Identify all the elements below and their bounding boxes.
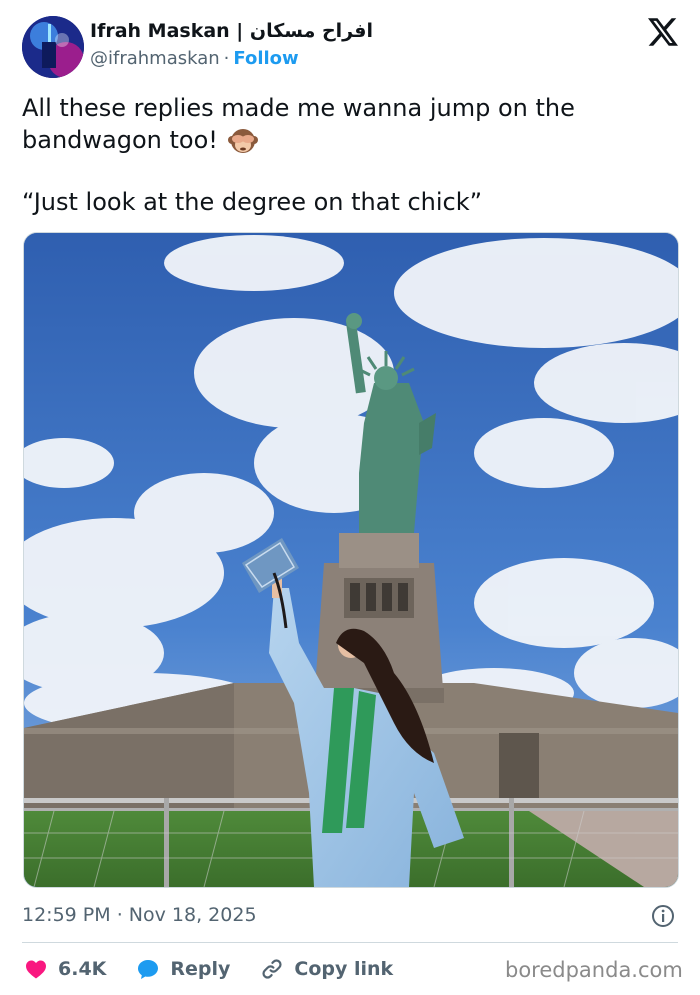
tweet-line-2: bandwagon too!	[22, 126, 218, 154]
avatar[interactable]	[22, 16, 84, 78]
see-no-evil-monkey-icon	[227, 129, 258, 153]
reply-button[interactable]: Reply	[136, 957, 230, 981]
tweet-line-2-row: bandwagon too!	[22, 124, 662, 156]
tweet-card: Ifrah Maskan | افراح مسکان @ifrahmaskan ·…	[0, 0, 700, 995]
handle-separator: ·	[223, 48, 230, 69]
link-icon	[262, 959, 282, 979]
heart-icon	[26, 960, 46, 979]
tweet-text: All these replies made me wanna jump on …	[22, 92, 662, 218]
author-display-name[interactable]: Ifrah Maskan | افراح مسکان	[90, 20, 373, 42]
tweet-photo[interactable]	[23, 232, 679, 888]
timestamp-separator: ·	[116, 904, 123, 926]
like-button[interactable]: 6.4K	[24, 957, 106, 981]
info-icon[interactable]	[651, 904, 675, 928]
author-handle[interactable]: @ifrahmaskan	[90, 48, 220, 69]
action-bar: 6.4K Reply Copy link	[24, 955, 423, 983]
tweet-quote: “Just look at the degree on that chick”	[22, 188, 483, 216]
copy-link-button[interactable]: Copy link	[260, 957, 393, 981]
x-logo-icon[interactable]	[648, 18, 678, 46]
like-count: 6.4K	[58, 958, 107, 980]
author-handle-row: @ifrahmaskan · Follow	[90, 48, 299, 69]
divider	[22, 942, 678, 943]
tweet-date[interactable]: Nov 18, 2025	[129, 904, 257, 926]
tweet-timestamp[interactable]: 12:59 PM · Nov 18, 2025	[22, 904, 257, 926]
reply-label: Reply	[170, 958, 231, 980]
watermark: boredpanda.com	[505, 958, 683, 982]
follow-button[interactable]: Follow	[233, 48, 298, 69]
tweet-time[interactable]: 12:59 PM	[22, 904, 111, 926]
reply-bubble-icon	[138, 960, 159, 979]
copy-link-label: Copy link	[294, 958, 394, 980]
tweet-line-1: All these replies made me wanna jump on …	[22, 94, 575, 122]
